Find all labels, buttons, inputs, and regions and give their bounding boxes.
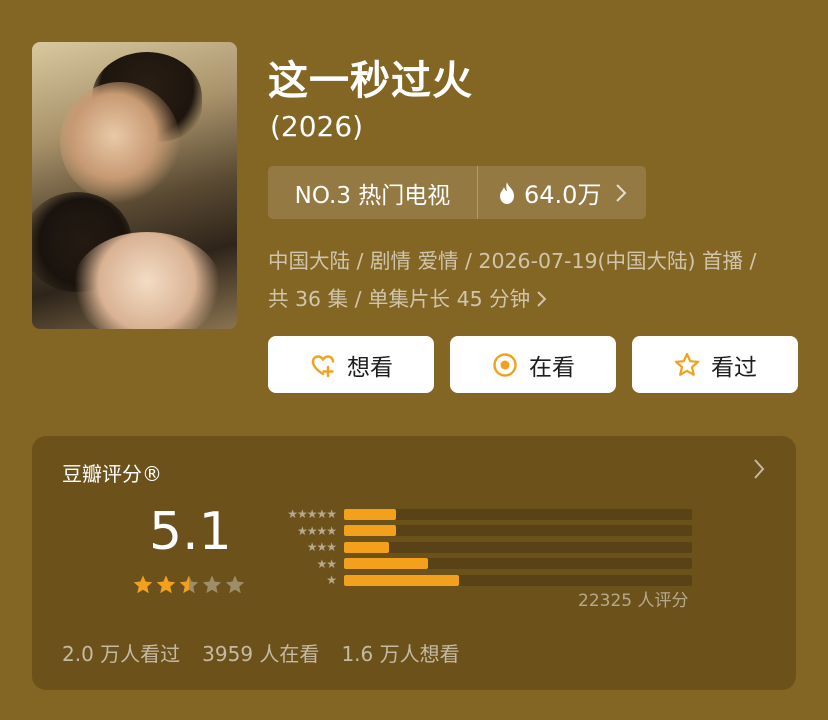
target-icon [493,352,517,377]
rank-banner[interactable]: NO.3 热门电视 64.0万 [268,166,646,219]
rating-score: 5.1 [149,502,232,562]
rating-bar-fill [344,574,459,586]
audience-stats: 2.0 万人看过 3959 人在看 1.6 万人想看 [62,638,460,667]
rating-bar-row: ★★★ [264,539,692,555]
watching-label: 在看 [529,354,575,381]
heat-index[interactable]: 64.0万 [478,166,646,219]
rating-bar-fill [344,525,397,536]
meta-line-2[interactable]: 共 36 集 / 单集片长 45 分钟 [268,280,756,318]
rating-bar-stars: ★★★ [306,540,337,554]
rating-bar-fill [344,508,397,520]
rating-distribution: ★★★★★ ★★★★ ★★★ ★★ ★ [264,506,692,589]
show-title: 这一秒过火 [268,58,473,104]
rating-bar-fill [344,541,390,553]
rating-bar-track [344,525,692,536]
want-label: 想看 [347,354,393,381]
chevron-right-icon[interactable] [752,456,766,482]
heart-plus-icon [311,354,335,377]
rating-bar-track [344,574,692,586]
show-year: (2026) [270,110,364,143]
rating-bar-stars: ★★★★★ [287,507,337,521]
rating-bar-stars: ★★ [316,556,337,571]
want-to-watch-button[interactable]: 想看 [268,336,434,393]
rating-star-icon [133,575,153,594]
heat-value: 64.0万 [524,181,602,209]
watching-count: 3959 人在看 [202,642,320,666]
rating-bar-stars: ★ [326,573,337,587]
rank-label: NO.3 热门电视 [268,166,478,219]
flame-icon [500,181,514,204]
rating-bar-row: ★★ [264,556,692,572]
watched-count: 2.0 万人看过 [62,642,181,666]
star-outline-icon [674,352,700,376]
rating-bar-track [344,508,692,520]
rating-star-icon [179,575,199,594]
rating-card[interactable]: 豆瓣评分® 5.1 ★★★★★ ★★★★ ★★★ ★★ ★ 22325 人评分 2.0 … [32,436,796,690]
want-count: 1.6 万人想看 [341,642,460,666]
poster-figure-female [72,232,222,329]
rating-bar-track [344,541,692,553]
chevron-right-icon [616,183,627,202]
rating-bar-track [344,558,692,569]
watched-label: 看过 [711,354,757,381]
poster-figure-male [60,82,180,202]
meta-line-1: 中国大陆 / 剧情 爱情 / 2026-07-19(中国大陆) 首播 / [268,249,757,273]
rating-source-label: 豆瓣评分® [62,462,162,486]
chevron-right-icon [537,291,547,307]
rating-stars [132,574,246,596]
watched-button[interactable]: 看过 [632,336,798,393]
poster-image[interactable] [32,42,237,329]
watching-button[interactable]: 在看 [450,336,616,393]
rating-star-icon [156,575,176,594]
show-meta: 中国大陆 / 剧情 爱情 / 2026-07-19(中国大陆) 首播 / 共 3… [268,242,756,318]
rating-bar-stars: ★★★★ [296,523,337,538]
rating-bar-fill [344,558,428,569]
rating-count: 22325 人评分 [578,591,689,611]
rating-star-icon [225,575,245,594]
rating-star-icon [202,575,222,594]
rating-bar-row: ★★★★ [264,523,692,539]
meta-line-2-text: 共 36 集 / 单集片长 45 分钟 [268,287,531,311]
rating-bar-row: ★★★★★ [264,506,692,522]
